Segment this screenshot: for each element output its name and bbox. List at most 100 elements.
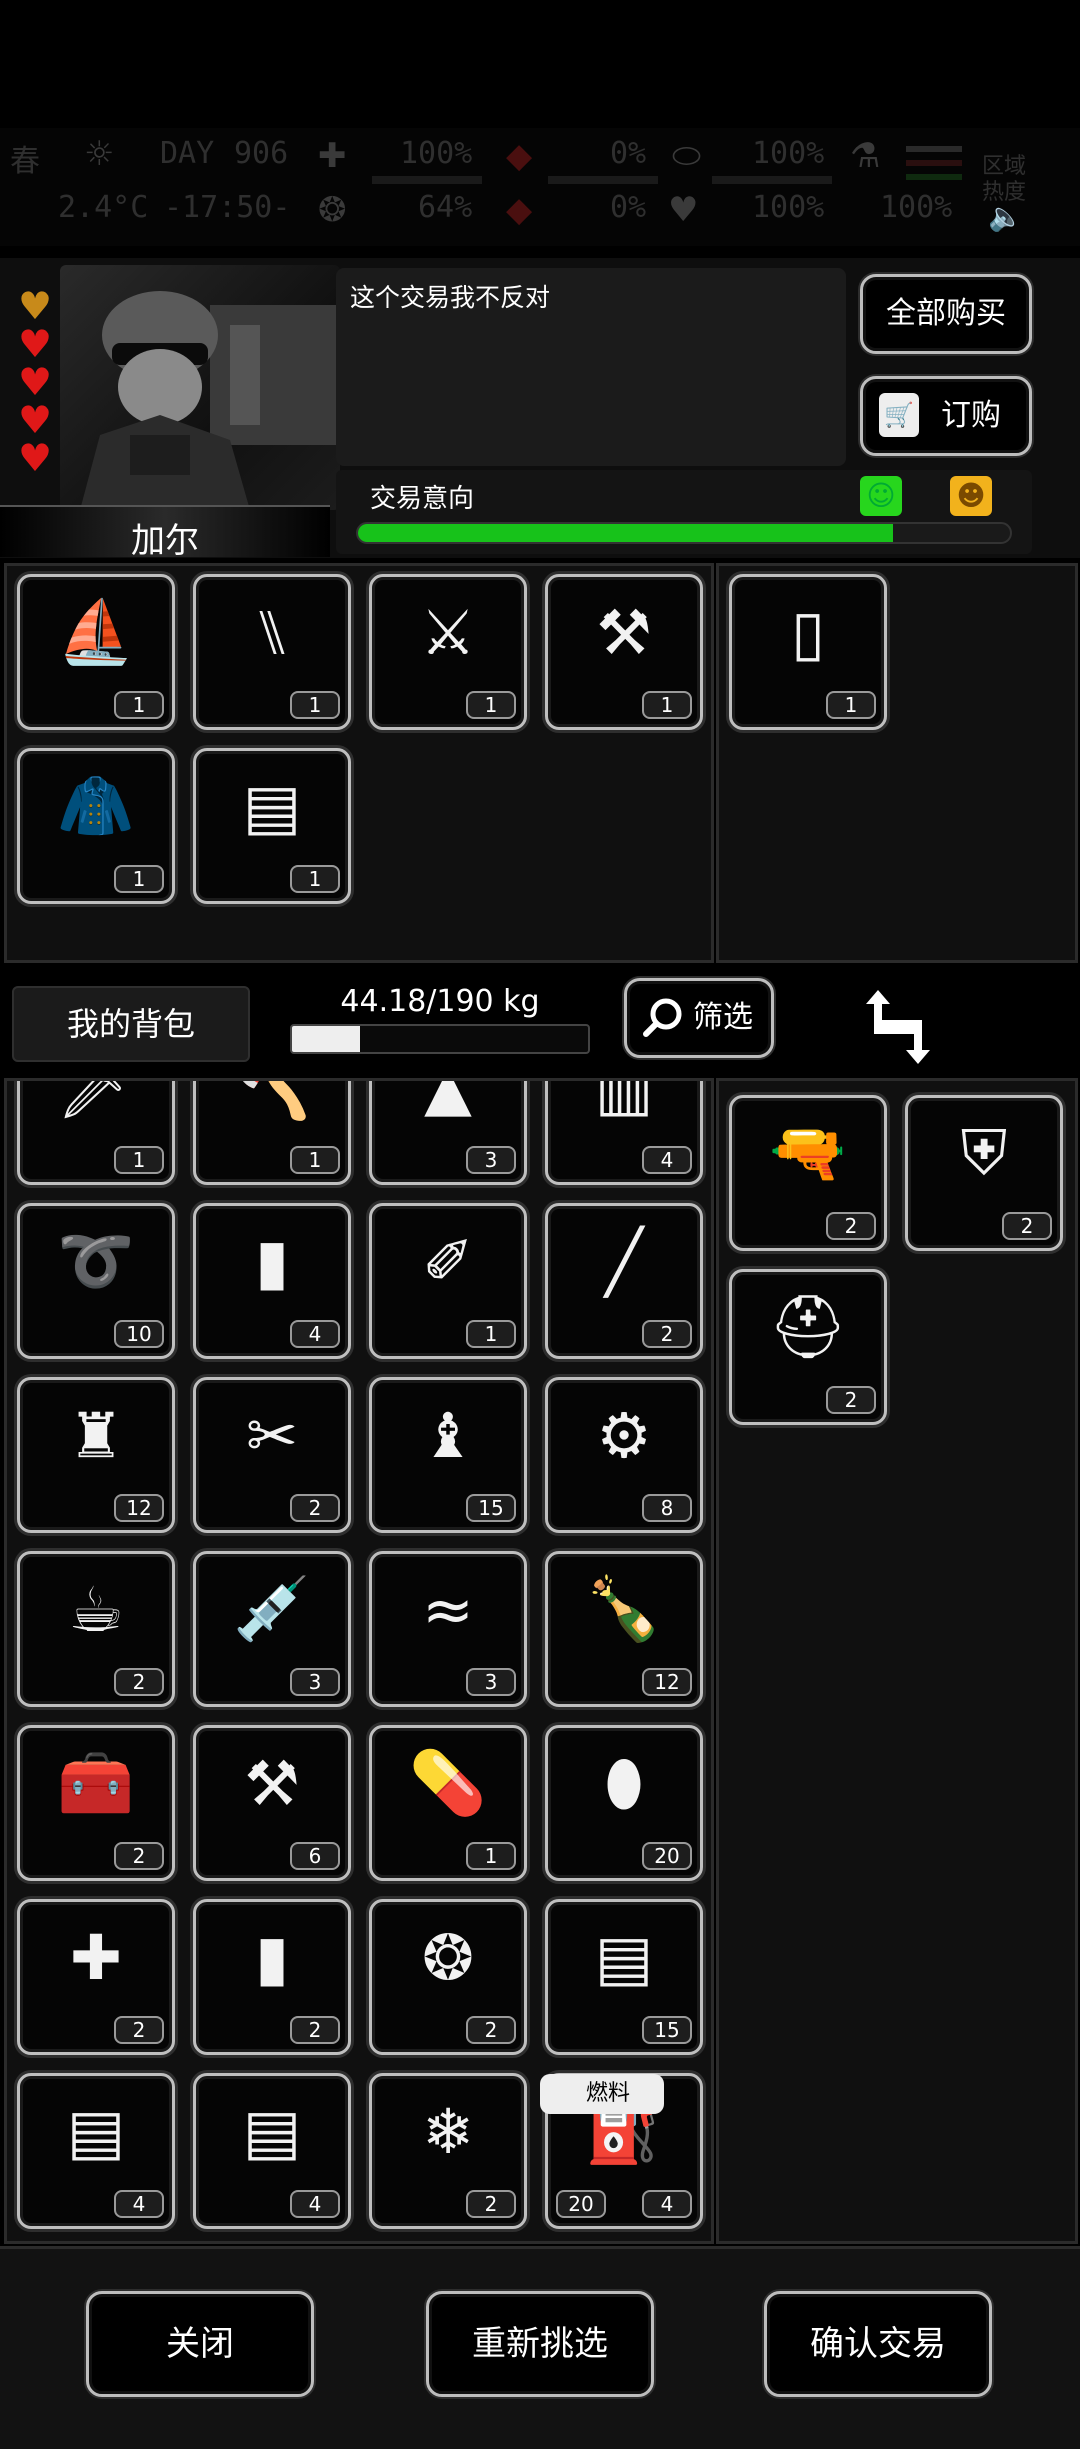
order-button[interactable]: 🛒 订购	[860, 376, 1032, 456]
supply-crate-icon: ▤	[66, 2094, 126, 2168]
medkit-icon: ✚	[318, 136, 347, 176]
item-slot[interactable]: ✚ 2	[17, 1899, 175, 2055]
towel-icon: ▥	[594, 1078, 654, 1124]
tool-crate-icon: ⚒	[244, 1746, 300, 1820]
stat-flask-bar-3	[906, 174, 962, 180]
item-slot[interactable]: 🪓 1	[193, 1078, 351, 1185]
swap-arrows-icon[interactable]	[858, 982, 938, 1072]
orange-rifle-icon: 🔫	[769, 1116, 847, 1189]
filter-button[interactable]: 筛选	[624, 978, 774, 1058]
item-slot[interactable]: ▲ 3	[369, 1081, 527, 1185]
spray-cans-icon: ♜	[68, 1398, 124, 1472]
item-slot[interactable]: ▥ 4	[545, 1078, 703, 1185]
item-slot[interactable]: ▤ 4	[193, 2073, 351, 2229]
item-quantity: 2	[466, 2190, 516, 2218]
item-quantity: 1	[466, 691, 516, 719]
weight-readout: 44.18/190 kg	[340, 984, 540, 1019]
item-quantity: 1	[114, 1146, 164, 1174]
item-slot[interactable]: ▤ 4	[17, 2073, 175, 2229]
blood-icon: ◆	[506, 136, 533, 176]
item-quantity: 2	[826, 1212, 876, 1240]
item-slot[interactable]: ⚙ 8	[545, 1377, 703, 1533]
water-bottle-icon: ▮	[254, 1224, 290, 1298]
trade-intent-label: 交易意向	[370, 484, 475, 514]
filter-button-label: 筛选	[693, 1000, 753, 1035]
stat-mood: 100%	[752, 190, 825, 225]
item-slot[interactable]: ✂ 2	[193, 1377, 351, 1533]
item-slot[interactable]: 🍾 12	[545, 1551, 703, 1707]
tool-bag-icon: ♝	[420, 1398, 476, 1472]
item-slot[interactable]: ♜ 12	[17, 1377, 175, 1533]
drop-icon: ◆	[506, 190, 533, 230]
npc-dialog: 这个交易我不反对	[336, 268, 846, 466]
food-tray-icon: ❂	[422, 1920, 474, 1994]
item-slot[interactable]: ▤ 1	[193, 748, 351, 904]
item-quantity: 2	[114, 1842, 164, 1870]
item-slot[interactable]: ❄ 2	[369, 2073, 527, 2229]
coffee-cup-icon: ☕	[68, 1572, 124, 1646]
item-quantity: 1	[290, 691, 340, 719]
heart-icon: ♥	[668, 190, 699, 230]
item-slot[interactable]: ☕ 2	[17, 1551, 175, 1707]
stat-food: 100%	[752, 136, 825, 171]
brain-icon: ❂	[318, 190, 347, 230]
item-slot[interactable]: 🔫 2	[729, 1095, 887, 1251]
item-quantity: 15	[642, 2016, 692, 2044]
sun-icon: ☼	[84, 134, 115, 174]
item-quantity: 1	[642, 691, 692, 719]
item-quantity: 15	[466, 1494, 516, 1522]
jacket-icon: 🧥	[57, 769, 135, 842]
item-slot[interactable]: ≈3	[369, 1551, 527, 1707]
item-quantity: 2	[826, 1386, 876, 1414]
toolbox-icon: 🧰	[57, 1746, 135, 1819]
item-slot[interactable]: 🧰 2	[17, 1725, 175, 1881]
item-slot[interactable]: 🧥 1	[17, 748, 175, 904]
item-slot[interactable]: ⛽ 燃料 20 4	[540, 2073, 703, 2229]
item-slot[interactable]: ✐ 1	[369, 1203, 527, 1359]
npc-portrait	[60, 265, 340, 510]
axe-icon: 🪓	[233, 1078, 311, 1123]
sound-icon[interactable]: 🔈	[988, 200, 1023, 233]
stat-health-bar	[372, 176, 482, 184]
item-quantity: 12	[642, 1668, 692, 1696]
item-quantity: 2	[290, 2016, 340, 2044]
item-slot[interactable]: ❂ 2	[369, 1899, 527, 2055]
item-durability: 20	[556, 2190, 606, 2218]
reselect-button[interactable]: 重新挑选	[426, 2291, 654, 2397]
cart-icon: 🛒	[879, 393, 919, 437]
item-slot[interactable]: ⬮ 20	[545, 1725, 703, 1881]
item-slot[interactable]: ⛑ 2	[729, 1269, 887, 1425]
item-quantity: 2	[466, 2016, 516, 2044]
item-slot[interactable]: ⛵ 1	[17, 574, 175, 730]
item-slot[interactable]: ⑊ 1	[193, 574, 351, 730]
item-quantity: 1	[114, 865, 164, 893]
cigarette-icon: ╱	[605, 1224, 643, 1298]
confirm-trade-button[interactable]: 确认交易	[764, 2291, 992, 2397]
item-slot[interactable]: ⛨ 2	[905, 1095, 1063, 1251]
item-slot[interactable]: ╱ 2	[545, 1203, 703, 1359]
item-slot[interactable]: ▮ 4	[193, 1203, 351, 1359]
trader-inventory-panel: ⛵ 1 ⑊ 1 ⚔ 1 ⚒ 1 🧥 1 ▤ 1	[4, 563, 714, 963]
my-bag-tab[interactable]: 我的背包	[12, 986, 250, 1062]
item-slot[interactable]: 💉 3	[193, 1551, 351, 1707]
close-button[interactable]: 关闭	[86, 2291, 314, 2397]
item-quantity: 1	[466, 1320, 516, 1348]
adrenaline-syringe-icon: ✚	[70, 1920, 122, 1994]
item-slot[interactable]: ▯ 1	[729, 574, 887, 730]
inventory-toolbar: 我的背包 44.18/190 kg 筛选	[0, 972, 1080, 1078]
buy-all-button[interactable]: 全部购买	[860, 274, 1032, 354]
rope-icon: ➰	[57, 1224, 135, 1297]
item-slot[interactable]: ➰ 10	[17, 1203, 175, 1359]
item-slot[interactable]: ▤ 15	[545, 1899, 703, 2055]
item-slot[interactable]: 🗡 1	[17, 1081, 175, 1185]
item-slot[interactable]: ⚒ 1	[545, 574, 703, 730]
item-slot[interactable]: 💊 1	[369, 1725, 527, 1881]
item-slot[interactable]: ▮ 2	[193, 1899, 351, 2055]
item-quantity: 2	[114, 2016, 164, 2044]
item-quantity: 4	[290, 1320, 340, 1348]
heart-icon-5: ♥	[18, 436, 53, 480]
temperature: 2.4°C	[58, 190, 149, 225]
item-slot[interactable]: ♝ 15	[369, 1377, 527, 1533]
item-slot[interactable]: ⚒ 6	[193, 1725, 351, 1881]
item-slot[interactable]: ⚔ 1	[369, 574, 527, 730]
